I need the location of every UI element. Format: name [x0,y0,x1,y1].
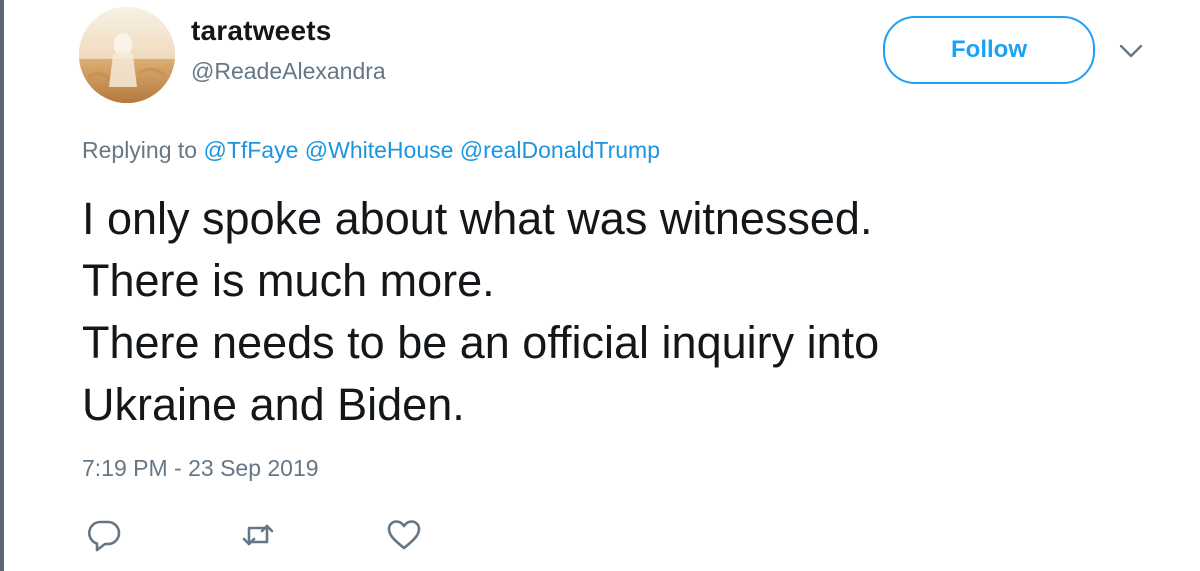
mention-link[interactable]: @realDonaldTrump [460,137,660,163]
replying-to: Replying to @TfFaye @WhiteHouse @realDon… [82,137,660,164]
avatar[interactable] [79,7,175,103]
mention-link[interactable]: @TfFaye [203,137,298,163]
replying-prefix: Replying to [82,137,198,163]
retweet-icon[interactable] [240,518,276,552]
window-edge [0,0,4,571]
like-icon[interactable] [386,518,422,552]
user-handle[interactable]: @ReadeAlexandra [191,58,386,85]
display-name[interactable]: taratweets [191,15,332,47]
tweet-card: taratweets @ReadeAlexandra Follow Replyi… [0,0,1200,571]
tweet-text: I only spoke about what was witnessed. T… [82,193,880,430]
mention-link[interactable]: @WhiteHouse [305,137,454,163]
reply-icon[interactable] [86,518,122,552]
follow-button[interactable]: Follow [883,16,1095,84]
chevron-down-icon[interactable] [1117,40,1145,62]
tweet-timestamp[interactable]: 7:19 PM - 23 Sep 2019 [82,455,319,482]
profile-photo-icon [79,7,175,103]
